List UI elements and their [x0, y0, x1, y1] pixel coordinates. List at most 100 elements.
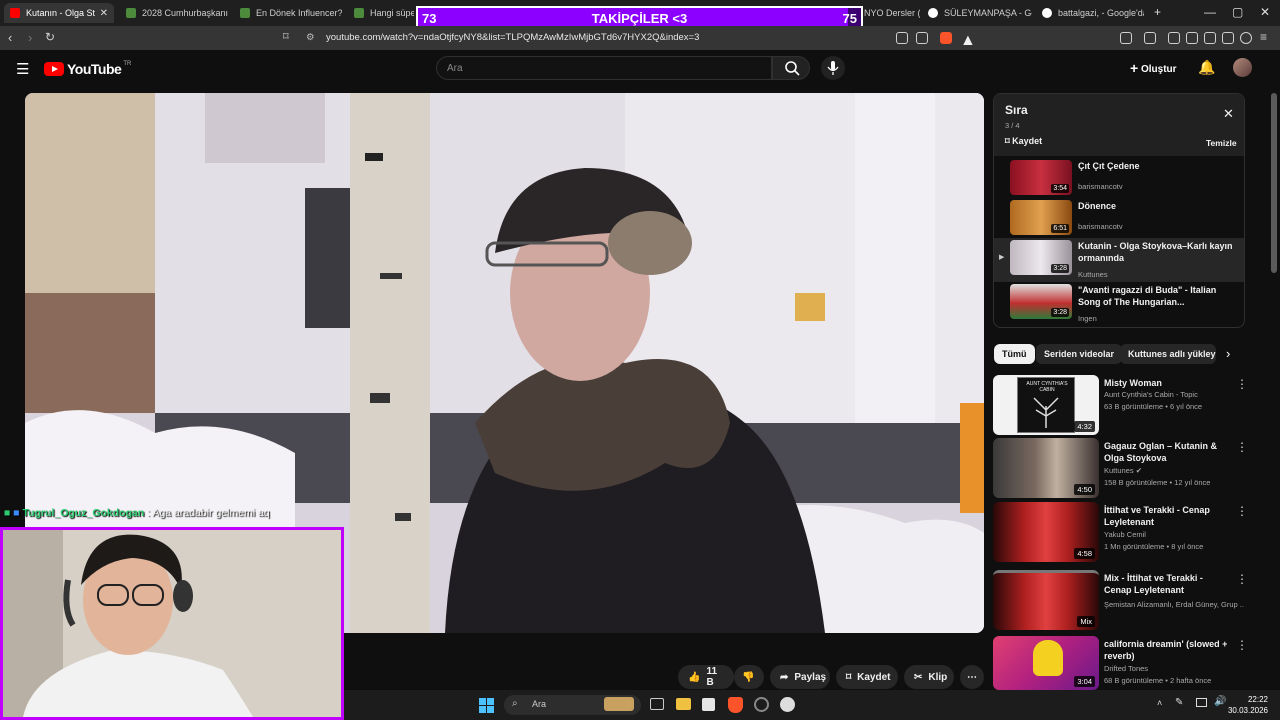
- create-button[interactable]: + Oluştur: [1130, 60, 1177, 76]
- clear-playlist-button[interactable]: Temizle: [1206, 138, 1237, 148]
- duration: 3:28: [1051, 264, 1069, 273]
- close-tab-icon[interactable]: ✕: [100, 8, 108, 19]
- more-horizontal-icon: ⋯: [967, 671, 977, 683]
- network-icon[interactable]: [1196, 698, 1207, 707]
- system-clock[interactable]: 22:22 30.03.2026: [1228, 694, 1268, 716]
- browser-tab[interactable]: SÜLEYMANPAŞA - Googl: [922, 3, 1032, 23]
- tab-title: En Dönek Influencer? Ya: [256, 8, 342, 18]
- wallet-icon[interactable]: [1204, 32, 1216, 44]
- extension-icon[interactable]: [1120, 32, 1132, 44]
- recommended-video[interactable]: AUNT CYNTHIA'S CABIN 4:32 Misty Woman Au…: [993, 375, 1253, 437]
- vpn-icon[interactable]: [1240, 32, 1252, 44]
- search-icon: ⌕: [512, 698, 518, 709]
- search-icon: [785, 61, 800, 76]
- playlist-item-channel: Ingen: [1078, 314, 1097, 323]
- playlist-header: Sıra 3 / 4 ✕ ⌑ Kaydet Temizle: [994, 94, 1244, 156]
- share-button[interactable]: ➦ Paylaş: [770, 665, 830, 689]
- browser-tab[interactable]: NYO Dersler (Ti: [864, 3, 920, 23]
- brave-browser-icon[interactable]: [728, 697, 743, 713]
- save-label: Kaydet: [857, 671, 891, 683]
- forward-icon[interactable]: ›: [28, 30, 32, 45]
- browser-tab[interactable]: En Dönek Influencer? Ya: [234, 3, 342, 23]
- plus-icon: +: [1130, 60, 1139, 76]
- more-vertical-icon[interactable]: ⋮: [1236, 572, 1248, 586]
- more-actions-button[interactable]: ⋯: [960, 665, 984, 689]
- back-icon[interactable]: ‹: [8, 30, 12, 45]
- playlist-item[interactable]: 3:28 "Avanti ragazzi di Buda" - Italian …: [994, 282, 1244, 326]
- clip-button[interactable]: ✂ Klip: [904, 665, 954, 689]
- brave-rewards-icon[interactable]: ▲: [960, 32, 976, 49]
- playlist-item[interactable]: 3:54 Çıt Çıt Çedene barismancotv: [994, 158, 1244, 200]
- new-tab-icon[interactable]: +: [1154, 5, 1161, 19]
- save-button[interactable]: ⌑ Kaydet: [836, 665, 898, 689]
- more-vertical-icon[interactable]: ⋮: [1236, 440, 1248, 454]
- voice-search-button[interactable]: [821, 56, 845, 80]
- task-view-icon[interactable]: [650, 698, 664, 710]
- chip-series[interactable]: Seriden videolar: [1036, 344, 1123, 364]
- follower-goal-title: TAKİPÇİLER <3: [591, 11, 688, 26]
- dislike-button[interactable]: 👎: [734, 665, 764, 689]
- playlist-item-current[interactable]: ▶ 3:28 Kutanin - Olga Stoykova–Karlı kay…: [994, 238, 1244, 282]
- tray-chevron-icon[interactable]: ˄: [1157, 698, 1162, 708]
- store-icon[interactable]: [702, 698, 715, 711]
- playlist-item-channel: barismancotv: [1078, 182, 1123, 191]
- close-playlist-icon[interactable]: ✕: [1223, 106, 1234, 122]
- chevron-right-icon[interactable]: ›: [1226, 346, 1230, 361]
- cast-icon[interactable]: [896, 32, 908, 44]
- minimize-icon[interactable]: —: [1204, 5, 1216, 19]
- browser-tab-active[interactable]: Kutanın - Olga St ✕: [4, 3, 114, 23]
- recommended-mix[interactable]: Mix Mix - İttihat ve Terakki - Cenap Ley…: [993, 570, 1253, 632]
- brave-shields-icon[interactable]: [940, 32, 952, 44]
- playlist-item[interactable]: 6:51 Dönence barismancotv: [994, 198, 1244, 240]
- recommended-video[interactable]: 3:04 california dreamin' (slowed + rever…: [993, 636, 1253, 698]
- video-title: İttihat ve Terakki - Cenap Leyletenant: [1104, 505, 1210, 527]
- bookmark-icon[interactable]: ⌑: [283, 30, 289, 43]
- maximize-icon[interactable]: ▢: [1232, 5, 1243, 19]
- recommended-video[interactable]: 4:58 İttihat ve Terakki - Cenap Leyleten…: [993, 502, 1253, 564]
- reload-icon[interactable]: ↻: [45, 30, 55, 44]
- more-vertical-icon[interactable]: ⋮: [1236, 377, 1248, 391]
- extension-icon[interactable]: [1144, 32, 1156, 44]
- taskbar-search[interactable]: ⌕ Ara: [504, 695, 641, 715]
- site-favicon-icon: [240, 8, 250, 18]
- notifications-bell-icon[interactable]: 🔔: [1198, 59, 1215, 76]
- playlist-position: 3 / 4: [1005, 121, 1020, 130]
- recommended-video[interactable]: 4:50 Gagauz Oglan – Kutanin & Olga Stoyk…: [993, 438, 1253, 500]
- leo-ai-icon[interactable]: [1222, 32, 1234, 44]
- youtube-logo[interactable]: YouTube TR: [44, 61, 131, 77]
- chip-uploader[interactable]: Kuttunes adlı yükleyic: [1120, 344, 1216, 364]
- file-explorer-icon[interactable]: [676, 698, 691, 710]
- account-avatar[interactable]: [1233, 58, 1252, 77]
- tray-app-icon[interactable]: ✎: [1175, 697, 1183, 708]
- close-window-icon[interactable]: ✕: [1260, 5, 1270, 19]
- sidebar-icon[interactable]: [1186, 32, 1198, 44]
- browser-tab[interactable]: Hangi süper o: [348, 3, 414, 23]
- windows-start-icon[interactable]: [479, 698, 494, 713]
- duration: 4:58: [1074, 548, 1095, 559]
- media-player-icon[interactable]: [780, 697, 795, 712]
- tab-title: 2028 Cumhurbaşkanı Seç: [142, 8, 228, 18]
- media-icon[interactable]: [1168, 32, 1180, 44]
- address-bar[interactable]: ⚙ youtube.com/watch?v=ndaOtjfcyNY8&list=…: [300, 29, 980, 47]
- chat-message-text: : Aga aradabir gelmemi aq: [147, 507, 270, 519]
- more-vertical-icon[interactable]: ⋮: [1236, 504, 1248, 518]
- share-page-icon[interactable]: [916, 32, 928, 44]
- search-button[interactable]: [772, 56, 810, 80]
- site-info-icon[interactable]: ⚙: [306, 29, 315, 47]
- menu-icon[interactable]: ≡: [1260, 30, 1267, 44]
- browser-tab[interactable]: battalgazi, - Google'da A: [1036, 3, 1144, 23]
- google-favicon-icon: [1042, 8, 1052, 18]
- like-button[interactable]: 👍 11 B: [678, 665, 734, 689]
- volume-icon[interactable]: 🔊: [1214, 696, 1226, 707]
- youtube-play-logo-icon: [44, 62, 64, 76]
- browser-tab[interactable]: 2028 Cumhurbaşkanı Seç: [120, 3, 228, 23]
- page-scrollbar[interactable]: [1271, 93, 1277, 273]
- hamburger-menu-icon[interactable]: ☰: [16, 60, 29, 78]
- webcam-overlay: [0, 527, 344, 720]
- channel-name: Yakub Cemil: [1104, 530, 1146, 539]
- more-vertical-icon[interactable]: ⋮: [1236, 638, 1248, 652]
- search-input[interactable]: Ara: [436, 56, 772, 80]
- obs-icon[interactable]: [754, 697, 769, 712]
- playlist-save-button[interactable]: ⌑ Kaydet: [1005, 136, 1042, 147]
- chip-all[interactable]: Tümü: [994, 344, 1035, 364]
